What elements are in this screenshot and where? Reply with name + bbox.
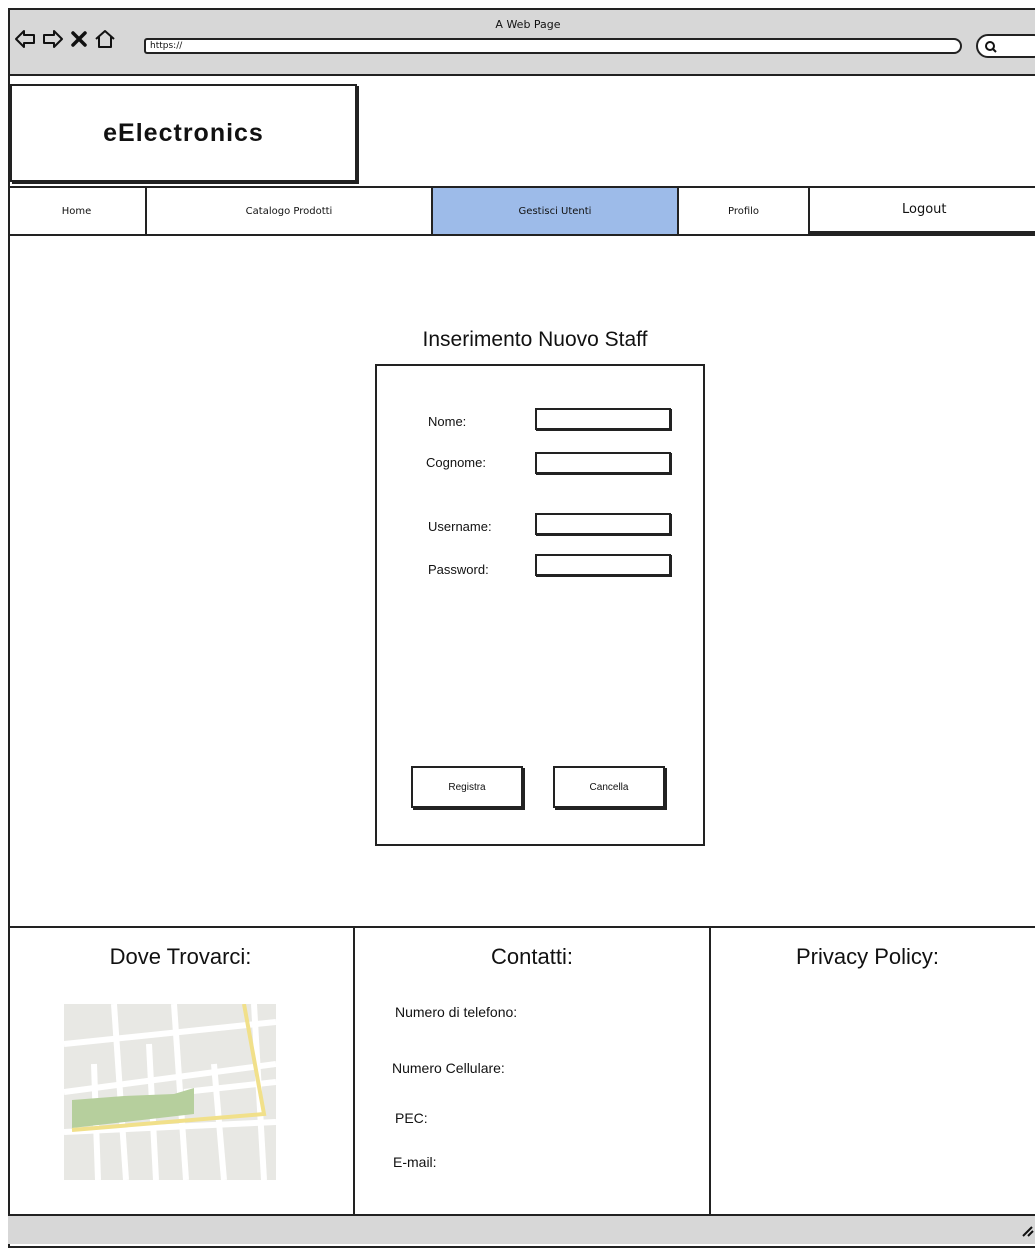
cognome-label: Cognome: bbox=[426, 455, 486, 470]
registra-button[interactable]: Registra bbox=[411, 766, 523, 808]
contact-email: E-mail: bbox=[393, 1154, 437, 1170]
username-input[interactable] bbox=[535, 513, 671, 535]
browser-status-bar bbox=[8, 1214, 1035, 1244]
browser-search-button[interactable] bbox=[976, 34, 1035, 58]
nav-profilo[interactable]: Profilo bbox=[679, 188, 810, 234]
username-label: Username: bbox=[428, 519, 492, 534]
browser-nav-buttons bbox=[14, 28, 116, 50]
contacts-heading: Contatti: bbox=[491, 944, 573, 969]
site-logo[interactable]: eElectronics bbox=[10, 84, 357, 182]
resize-grip-icon[interactable] bbox=[1020, 1222, 1034, 1241]
cognome-input[interactable] bbox=[535, 452, 671, 474]
form-title: Inserimento Nuovo Staff bbox=[422, 328, 648, 351]
cancella-button[interactable]: Cancella bbox=[553, 766, 665, 808]
contact-telefono: Numero di telefono: bbox=[395, 1004, 518, 1020]
window-title: A Web Page bbox=[495, 18, 561, 31]
url-bar[interactable]: https:// bbox=[144, 38, 962, 54]
nav-home[interactable]: Home bbox=[8, 188, 147, 234]
back-arrow-icon[interactable] bbox=[14, 28, 36, 50]
nome-label: Nome: bbox=[428, 414, 467, 429]
footer-privacy: Privacy Policy: bbox=[709, 928, 1035, 1216]
nav-logout[interactable]: Logout bbox=[810, 188, 1035, 234]
nav-catalogo-prodotti[interactable]: Catalogo Prodotti bbox=[147, 188, 433, 234]
contact-pec: PEC: bbox=[395, 1110, 428, 1126]
footer-contacts: Contatti: Numero di telefono: Numero Cel… bbox=[353, 928, 709, 1216]
privacy-policy-heading[interactable]: Privacy Policy: bbox=[691, 944, 1035, 970]
nome-input[interactable] bbox=[535, 408, 671, 430]
contact-cellulare: Numero Cellulare: bbox=[392, 1060, 505, 1076]
main-navbar: Home Catalogo Prodotti Gestisci Utenti P… bbox=[8, 186, 1035, 236]
close-icon[interactable] bbox=[70, 28, 88, 50]
forward-arrow-icon[interactable] bbox=[42, 28, 64, 50]
map-icon[interactable] bbox=[63, 1003, 277, 1184]
footer-location: Dove Trovarci: bbox=[8, 928, 353, 1216]
password-input[interactable] bbox=[535, 554, 671, 576]
password-label: Password: bbox=[428, 562, 489, 577]
home-icon[interactable] bbox=[94, 28, 116, 50]
site-footer: Dove Trovarci: Contatti: Numero di telef… bbox=[8, 926, 1035, 1216]
location-heading: Dove Trovarci: bbox=[109, 944, 252, 969]
nav-gestisci-utenti[interactable]: Gestisci Utenti bbox=[433, 188, 679, 234]
